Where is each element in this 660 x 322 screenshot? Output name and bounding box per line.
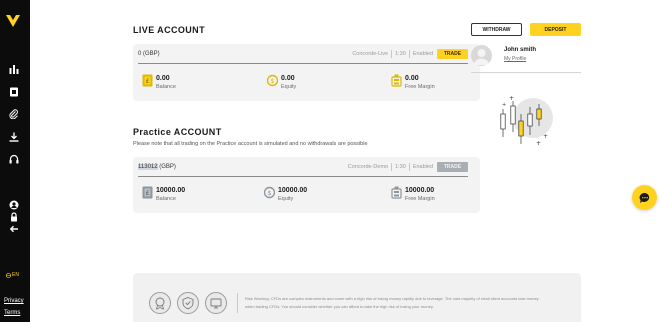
svg-text:$: $ <box>267 189 271 197</box>
practice-balance-label: Balance <box>156 196 176 202</box>
live-account-meta: Concorde-Live 1:30 Enabled TRADE <box>352 48 468 59</box>
shield-badge-icon <box>177 292 199 314</box>
live-balance-label: Balance <box>156 84 176 90</box>
svg-text:+: + <box>536 140 541 147</box>
meta-divider <box>408 162 410 171</box>
terms-link[interactable]: Terms <box>4 310 20 316</box>
live-account-card: 0 (GBP) Concorde-Live 1:30 Enabled TRADE… <box>133 44 480 101</box>
withdraw-button[interactable]: WITHDRAW <box>471 23 522 36</box>
equity-icon: $ <box>264 186 275 199</box>
footer-divider <box>237 293 238 313</box>
user-icon[interactable] <box>8 199 20 211</box>
live-balance: £ 0.00 Balance <box>142 74 176 91</box>
practice-account-id: 113012 (GBP) <box>138 163 176 170</box>
risk-warning-footer: Risk Warning: CFDs are complex instrumen… <box>133 273 581 322</box>
profile-card: John smith My Profile <box>471 43 581 73</box>
risk-warning-line: when trading CFDs. You should consider w… <box>245 304 434 309</box>
free-margin-icon <box>391 74 402 87</box>
risk-warning-text: Risk Warning: CFDs are complex instrumen… <box>245 295 575 311</box>
main-content: LIVE ACCOUNT 0 (GBP) Concorde-Live 1:30 … <box>30 0 660 322</box>
svg-text:+: + <box>543 133 548 140</box>
practice-account-card: 113012 (GBP) Concorde-Demo 1:30 Enabled … <box>133 157 480 213</box>
seal-badge-icon <box>149 292 171 314</box>
practice-server: Concorde-Demo <box>347 163 389 170</box>
candlestick-illustration: + + + + <box>499 92 553 148</box>
privacy-link[interactable]: Privacy <box>4 298 24 304</box>
equity-icon: $ <box>267 74 278 87</box>
deposit-button[interactable]: DEPOSIT <box>530 23 581 36</box>
practice-leverage: 1:30 <box>395 163 406 170</box>
live-free-margin: 0.00 Free Margin <box>391 74 435 91</box>
live-equity-value: 0.00 <box>281 75 295 82</box>
sidebar: EN Privacy Terms <box>0 0 30 322</box>
meta-divider <box>408 49 410 58</box>
practice-account-number: 113012 <box>138 163 158 170</box>
live-server: Concorde-Live <box>352 50 389 57</box>
my-profile-link[interactable]: My Profile <box>504 56 526 62</box>
live-status: Enabled <box>412 50 433 57</box>
download-icon[interactable] <box>8 131 20 143</box>
avatar[interactable] <box>471 45 492 66</box>
practice-account-meta: Concorde-Demo 1:30 Enabled TRADE <box>347 161 468 172</box>
practice-account-header: 113012 (GBP) Concorde-Demo 1:30 Enabled … <box>138 157 468 177</box>
balance-icon: £ <box>142 74 153 87</box>
meta-divider <box>391 49 393 58</box>
profile-name: John smith <box>504 47 537 53</box>
practice-status: Enabled <box>412 163 433 170</box>
live-balance-value: 0.00 <box>156 75 170 82</box>
practice-balance: £ 10000.00 Balance <box>142 186 185 203</box>
live-equity-label: Equity <box>281 84 297 90</box>
logout-arrow-icon[interactable] <box>8 223 20 235</box>
live-trade-button[interactable]: TRADE <box>437 48 468 59</box>
chat-bubble-icon <box>639 192 649 203</box>
headphones-icon[interactable] <box>8 153 20 165</box>
free-margin-icon <box>391 186 402 199</box>
practice-equity-value: 10000.00 <box>278 187 308 194</box>
lock-icon[interactable] <box>8 211 20 223</box>
book-icon[interactable] <box>8 86 20 98</box>
meta-divider <box>391 162 393 171</box>
live-account-id: 0 (GBP) <box>138 50 160 57</box>
practice-balance-value: 10000.00 <box>156 187 186 194</box>
svg-text:£: £ <box>146 190 150 197</box>
risk-warning-line: Risk Warning: CFDs are complex instrumen… <box>245 296 539 301</box>
practice-equity: $ 10000.00 Equity <box>264 186 307 203</box>
practice-free-margin-value: 10000.00 <box>405 187 435 194</box>
svg-text:$: $ <box>270 77 274 85</box>
language-selector[interactable]: EN <box>6 272 19 278</box>
practice-account-currency: (GBP) <box>157 163 176 170</box>
live-account-title: LIVE ACCOUNT <box>133 25 205 35</box>
live-free-margin-value: 0.00 <box>405 75 419 82</box>
practice-free-margin: 10000.00 Free Margin <box>391 186 435 203</box>
brand-logo[interactable] <box>6 14 20 28</box>
bar-chart-icon[interactable] <box>8 63 20 75</box>
live-leverage: 1:30 <box>395 50 406 57</box>
monitor-badge-icon <box>205 292 227 314</box>
practice-account-title: Practice ACCOUNT <box>133 127 222 137</box>
language-label: EN <box>12 272 19 278</box>
live-free-margin-label: Free Margin <box>405 84 435 90</box>
live-equity: $ 0.00 Equity <box>267 74 296 91</box>
chat-button[interactable] <box>632 185 657 210</box>
svg-text:+: + <box>509 95 514 102</box>
practice-equity-label: Equity <box>278 196 294 202</box>
svg-text:£: £ <box>146 78 150 85</box>
svg-text:+: + <box>502 102 506 108</box>
practice-trade-button[interactable]: TRADE <box>437 161 468 172</box>
practice-note: Please note that all trading on the Prac… <box>133 141 368 147</box>
paperclip-icon[interactable] <box>8 108 20 120</box>
globe-icon <box>6 272 11 278</box>
balance-icon: £ <box>142 186 153 199</box>
live-account-header: 0 (GBP) Concorde-Live 1:30 Enabled TRADE <box>138 44 468 64</box>
practice-free-margin-label: Free Margin <box>405 196 435 202</box>
